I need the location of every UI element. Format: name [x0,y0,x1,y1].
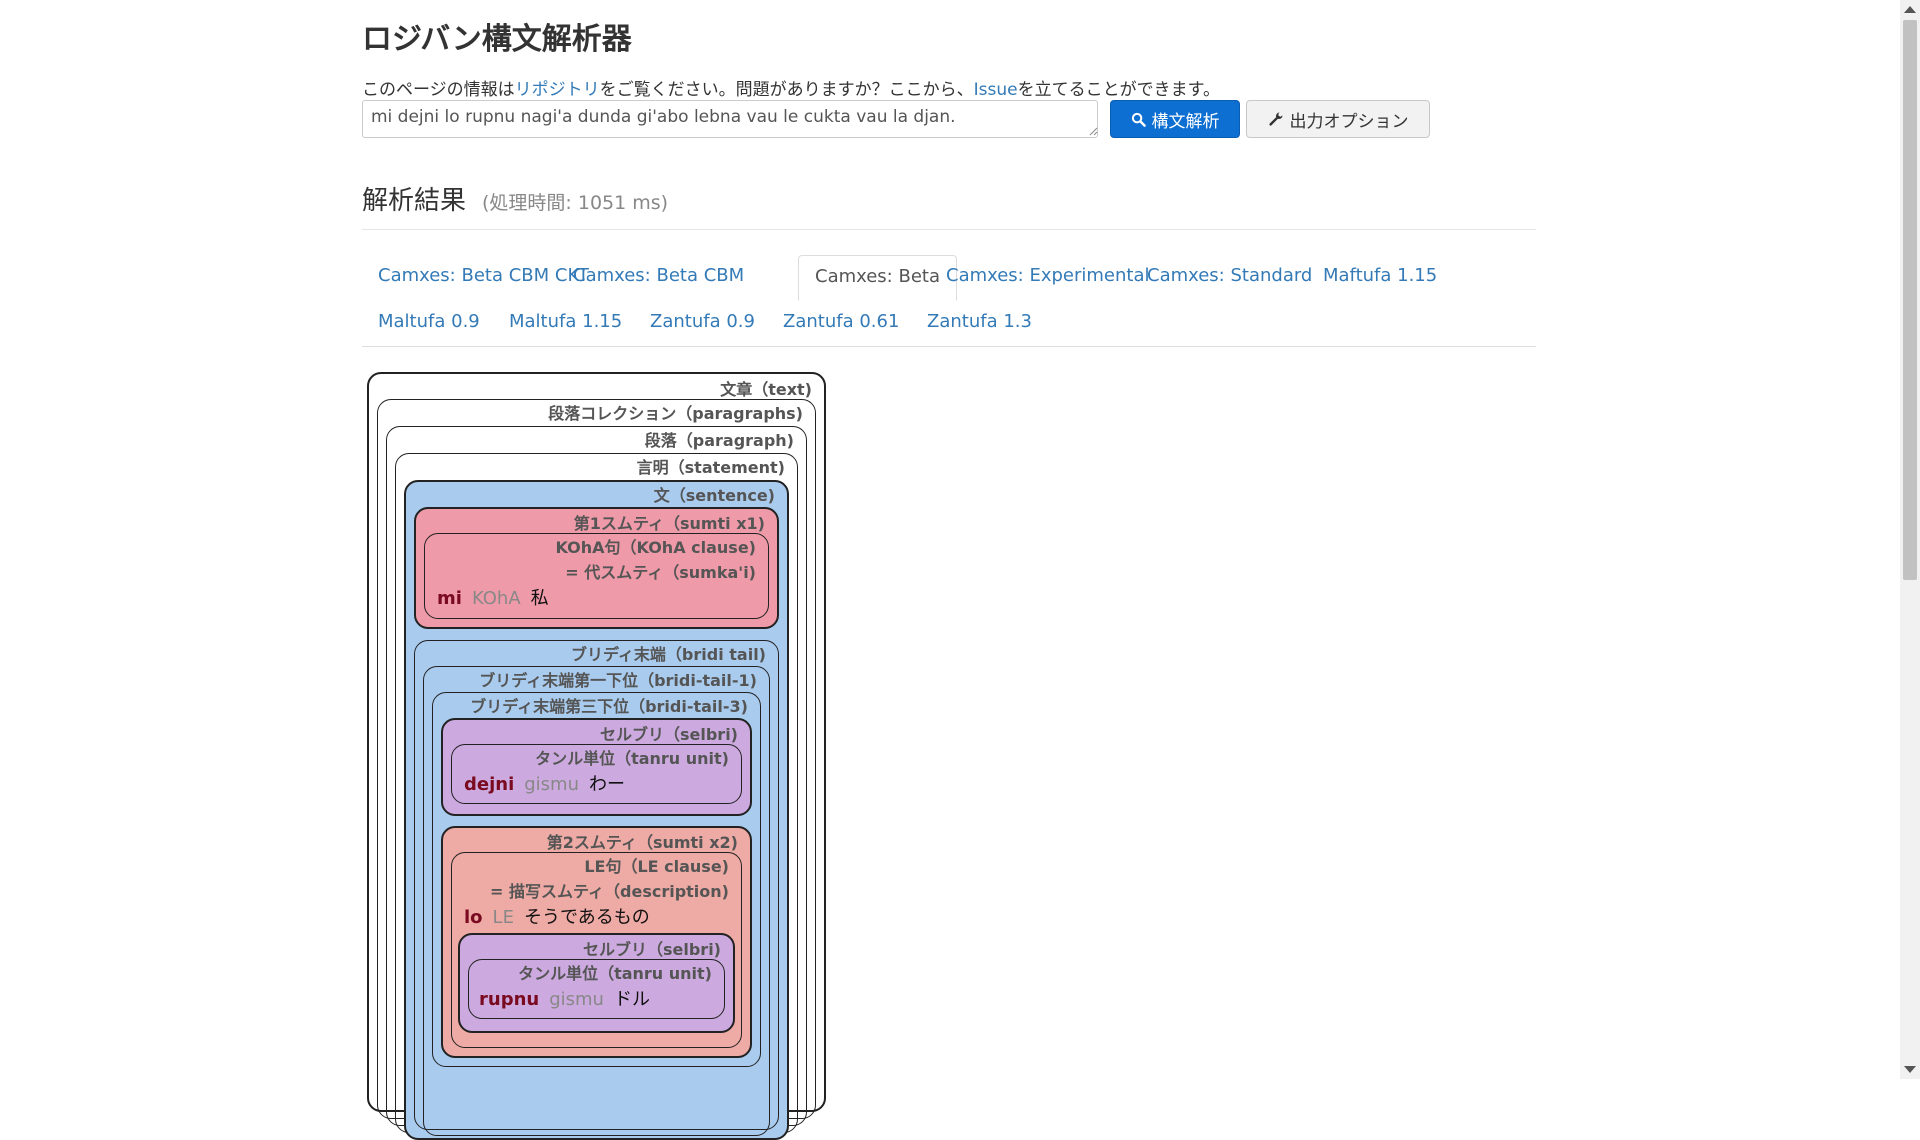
parse-button[interactable]: 構文解析 [1110,100,1240,138]
scroll-up-arrow-icon[interactable] [1904,6,1916,13]
parse-tree: 文章（text) 段落コレクション（paragraphs) 段落（paragra… [367,372,827,1140]
tab-zantufa-0-9[interactable]: Zantufa 0.9 [634,301,771,345]
node-le-clause: LE句（LE clause) = 描写スムティ（description) lo L… [451,852,742,1048]
node-label: ブリディ末端第三下位（bridi-tail-3) [470,697,748,716]
word-text: mi [437,588,462,609]
lojban-text-input[interactable]: mi dejni lo rupnu nagi'a dunda gi'abo le… [362,100,1098,138]
word-text: dejni [464,774,515,795]
word-class: KOhA [471,588,521,609]
intro-prefix: このページの情報は [362,80,515,100]
node-sublabel: = 代スムティ（sumka'i) [565,563,756,582]
intro-text: このページの情報はリポジトリをご覧ください。問題がありますか？ここから、Issu… [362,75,1220,100]
results-title: 解析結果 [362,186,467,216]
output-options-label: 出力オプション [1289,111,1409,132]
word-text: rupnu [479,989,540,1010]
node-label: 言明（statement) [636,458,785,477]
word-mi[interactable]: mi KOhA 私 [437,584,549,610]
repository-link[interactable]: リポジトリ [515,80,600,100]
tab-maltufa-1-15[interactable]: Maltufa 1.15 [493,301,638,345]
node-label: 段落（paragraph) [644,431,794,450]
output-options-button[interactable]: 出力オプション [1246,100,1430,138]
node-tanru-unit: タンル単位（tanru unit) rupnu gismu ドル [468,959,725,1019]
node-label: 第1スムティ（sumti x1) [573,514,765,533]
word-gloss: わー [589,774,625,795]
node-tanru-unit: タンル単位（tanru unit) dejni gismu わー [451,744,742,804]
node-label: タンル単位（tanru unit) [535,749,729,768]
tab-maftufa-1-15[interactable]: Maftufa 1.15 [1307,255,1453,299]
tab-camxes-beta-cbm[interactable]: Camxes: Beta CBM [557,255,760,299]
node-label: 段落コレクション（paragraphs) [548,404,803,423]
parse-button-label: 構文解析 [1151,111,1220,132]
issue-link[interactable]: Issue [974,80,1018,100]
node-selbri: セルブリ（selbri) タンル単位（tanru unit) rupnu gism… [458,933,735,1033]
word-class: gismu [524,774,579,795]
node-label: セルブリ（selbri) [599,725,738,744]
input-row: mi dejni lo rupnu nagi'a dunda gi'abo le… [362,100,1430,140]
scroll-down-arrow-icon[interactable] [1904,1066,1916,1073]
divider [362,229,1536,230]
node-label: 第2スムティ（sumti x2) [546,833,738,852]
scrollbar-thumb[interactable] [1903,20,1917,580]
processing-time: (処理時間: 1051 ms) [482,192,669,214]
tab-zantufa-0-61[interactable]: Zantufa 0.61 [767,301,915,345]
tab-maltufa-0-9[interactable]: Maltufa 0.9 [362,301,496,345]
intro-suffix: を立てることができます。 [1017,80,1220,100]
node-sumti-x2: 第2スムティ（sumti x2) LE句（LE clause) = 描写スムティ… [441,826,752,1058]
results-heading: 解析結果 (処理時間: 1051 ms) [362,180,668,217]
node-koha-clause: KOhA句（KOhA clause) = 代スムティ（sumka'i) mi KO… [424,533,769,619]
word-rupnu[interactable]: rupnu gismu ドル [479,985,650,1011]
node-label: セルブリ（selbri) [582,940,721,959]
word-lo[interactable]: lo LE そうであるもの [464,903,650,929]
search-icon [1131,112,1146,127]
word-dejni[interactable]: dejni gismu わー [464,770,625,796]
word-class: gismu [549,989,604,1010]
node-sumti-x1: 第1スムティ（sumti x1) KOhA句（KOhA clause) = 代ス… [414,507,779,629]
node-label: ブリディ末端（bridi tail) [571,645,766,664]
word-gloss: そうであるもの [523,907,650,928]
node-label: KOhA句（KOhA clause) [555,538,756,557]
node-selbri: セルブリ（selbri) タンル単位（tanru unit) dejni gism… [441,718,752,816]
tab-camxes-standard[interactable]: Camxes: Standard [1131,255,1328,299]
node-label: 文（sentence) [653,486,775,505]
vertical-scrollbar[interactable] [1900,0,1920,1079]
tabs-divider [362,346,1536,347]
intro-mid: をご覧ください。問題がありますか？ここから、 [599,80,974,100]
node-label: LE句（LE clause) [584,857,729,876]
word-text: lo [464,907,483,928]
resize-grip-icon[interactable] [1088,126,1098,136]
page: ロジバン構文解析器 このページの情報はリポジトリをご覧ください。問題がありますか… [0,0,1900,1140]
page-title: ロジバン構文解析器 [362,22,632,57]
wrench-icon [1268,112,1282,126]
node-sublabel: = 描写スムティ（description) [490,882,729,901]
word-class: LE [492,907,514,928]
tab-zantufa-1-3[interactable]: Zantufa 1.3 [911,301,1048,345]
node-label: タンル単位（tanru unit) [518,964,712,983]
word-gloss: ドル [613,989,650,1010]
node-label: 文章（text) [720,380,812,399]
word-gloss: 私 [530,588,549,609]
node-label: ブリディ末端第一下位（bridi-tail-1) [479,671,757,690]
